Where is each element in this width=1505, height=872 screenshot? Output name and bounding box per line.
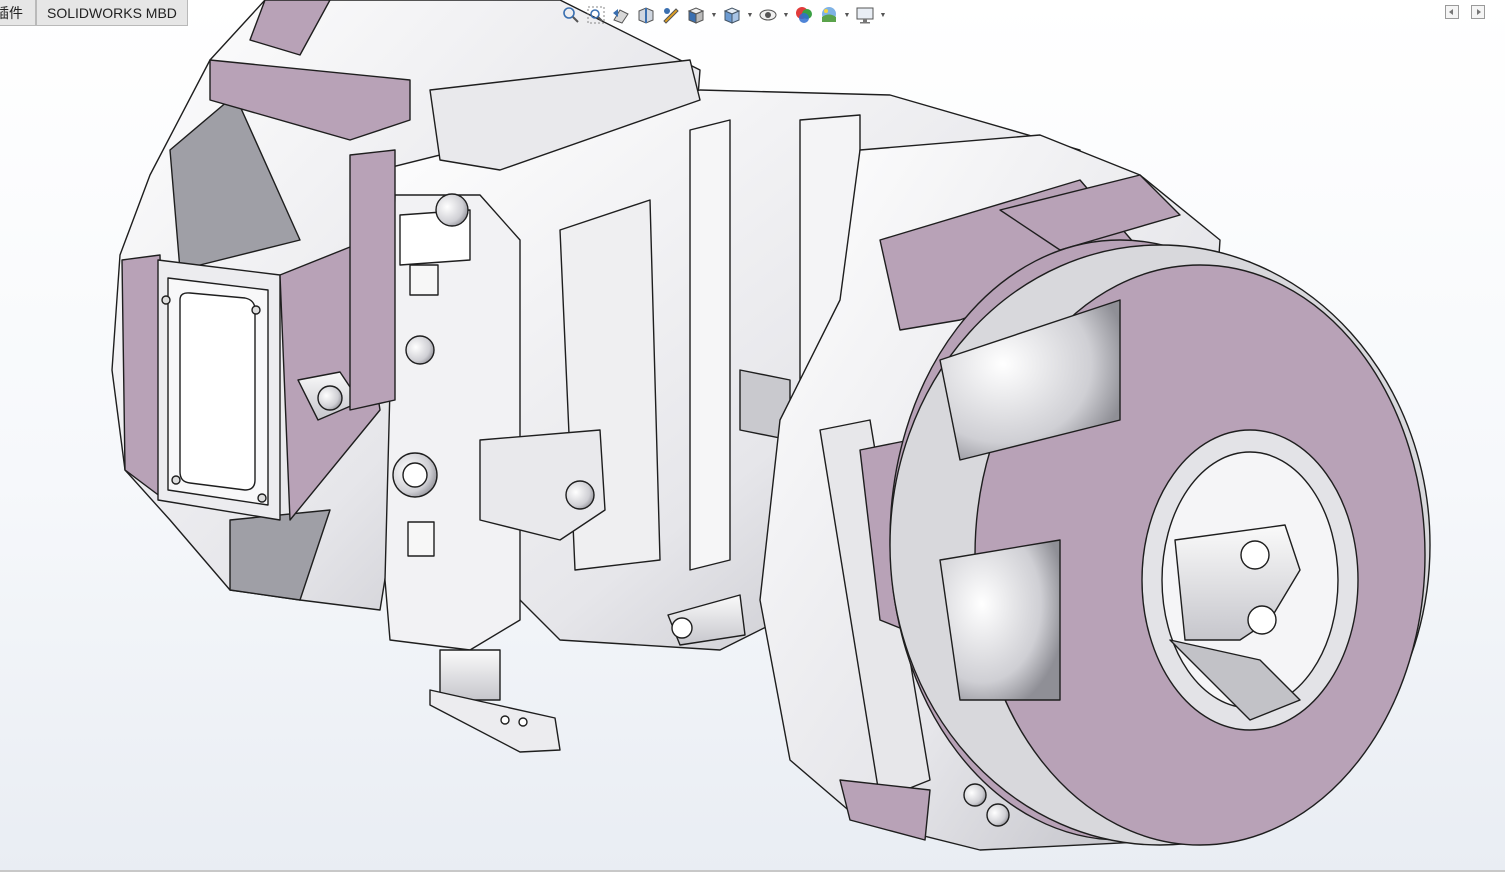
gearbox-assembly[interactable]: [111, 0, 1431, 851]
collapse-left-icon[interactable]: [1445, 5, 1459, 19]
previous-view-icon[interactable]: [610, 4, 632, 26]
chevron-down-icon[interactable]: ▼: [879, 4, 887, 26]
apply-scene-icon[interactable]: [818, 4, 840, 26]
viewport-panel-controls: [1445, 5, 1485, 19]
chevron-down-icon[interactable]: ▼: [746, 4, 754, 26]
hide-show-items-icon[interactable]: [757, 4, 779, 26]
section-view-icon[interactable]: [635, 4, 657, 26]
display-style-icon[interactable]: [721, 4, 743, 26]
tab-add-ins[interactable]: 插件: [0, 0, 36, 26]
output-disc[interactable]: [889, 239, 1431, 846]
zoom-to-fit-icon[interactable]: [560, 4, 582, 26]
dynamic-annotation-icon[interactable]: [660, 4, 682, 26]
zoom-to-area-icon[interactable]: [585, 4, 607, 26]
heads-up-view-toolbar: ▼ ▼ ▼ ▼ ▼: [560, 3, 887, 27]
model-viewport[interactable]: [0, 0, 1505, 872]
view-settings-icon[interactable]: [854, 4, 876, 26]
chevron-down-icon[interactable]: ▼: [843, 4, 851, 26]
edit-appearance-icon[interactable]: [793, 4, 815, 26]
chevron-down-icon[interactable]: ▼: [710, 4, 718, 26]
view-orientation-icon[interactable]: [685, 4, 707, 26]
command-manager-tabs: 插件 SOLIDWORKS MBD: [0, 0, 188, 28]
chevron-down-icon[interactable]: ▼: [782, 4, 790, 26]
expand-right-icon[interactable]: [1471, 5, 1485, 19]
tab-solidworks-mbd[interactable]: SOLIDWORKS MBD: [36, 0, 188, 26]
